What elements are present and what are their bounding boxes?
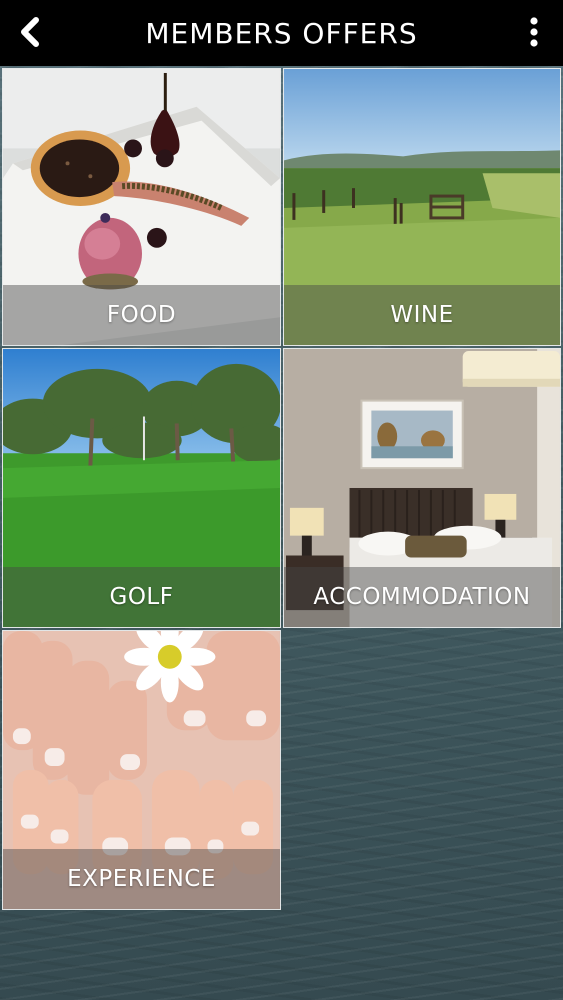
tile-label-accommodation: ACCOMMODATION xyxy=(313,584,531,610)
tile-label-bar: ACCOMMODATION xyxy=(284,567,560,627)
offer-tile-accommodation[interactable]: ACCOMMODATION xyxy=(283,348,561,628)
overflow-menu-button[interactable] xyxy=(519,12,549,52)
tile-label-bar: WINE xyxy=(284,285,560,345)
offer-tile-food[interactable]: FOOD xyxy=(2,68,281,346)
tile-label-wine: WINE xyxy=(390,302,454,328)
tile-label-bar: FOOD xyxy=(3,285,280,345)
offer-tile-golf[interactable]: GOLF xyxy=(2,348,281,628)
vertical-ellipsis-icon xyxy=(530,17,538,47)
offer-tile-wine[interactable]: WINE xyxy=(283,68,561,346)
tile-label-food: FOOD xyxy=(106,302,177,328)
offer-tile-experience[interactable]: EXPERIENCE xyxy=(2,630,281,910)
app-header: MEMBERS OFFERS xyxy=(0,0,563,66)
tile-label-bar: GOLF xyxy=(3,567,280,627)
page-title: MEMBERS OFFERS xyxy=(145,16,418,50)
tile-label-bar: EXPERIENCE xyxy=(3,849,280,909)
tile-label-experience: EXPERIENCE xyxy=(67,866,216,892)
tile-label-golf: GOLF xyxy=(109,584,174,610)
